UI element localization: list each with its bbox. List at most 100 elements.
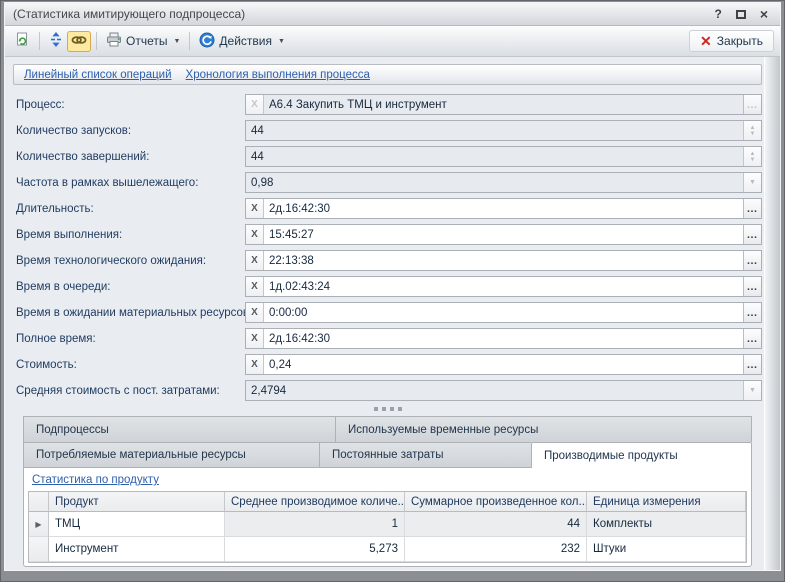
clear-field-icon[interactable]: X <box>246 225 264 244</box>
refresh-button[interactable] <box>11 30 34 52</box>
cell-product[interactable]: ТМЦ <box>49 512 225 537</box>
help-icon[interactable]: ? <box>714 7 721 21</box>
linear-operation-list-link[interactable]: Линейный список операций <box>24 69 172 81</box>
column-header-avg-produced[interactable]: Среднее производимое количе... <box>225 492 405 512</box>
browse-ellipsis-button[interactable]: … <box>743 355 761 374</box>
field-value: 22:13:38 <box>264 251 743 270</box>
cell-avg-produced[interactable]: 5,273 <box>225 537 405 562</box>
close-window-icon[interactable]: × <box>760 9 768 19</box>
clear-field-icon[interactable]: X <box>246 329 264 348</box>
products-table: Продукт Среднее производимое количе... С… <box>28 491 747 563</box>
chevron-down-icon: ▼ <box>173 38 180 45</box>
toolbar-separator <box>96 32 97 50</box>
horizontal-splitter[interactable] <box>13 401 762 416</box>
toolbar-separator <box>39 32 40 50</box>
tech-wait-time-field[interactable]: X 22:13:38 … <box>245 250 762 271</box>
column-header-total-produced[interactable]: Суммарное произведенное кол... <box>405 492 587 512</box>
content: Линейный список операций Хронология выпо… <box>5 57 764 570</box>
clear-field-icon[interactable]: X <box>246 303 264 322</box>
clear-field-icon: X <box>246 95 264 114</box>
field-value: 2,4794 <box>246 381 743 400</box>
tab-subprocesses[interactable]: Подпроцессы <box>23 416 335 442</box>
browse-ellipsis-button: … <box>743 95 761 114</box>
field-label: Время технологического ожидания: <box>13 255 245 267</box>
cell-unit[interactable]: Штуки <box>587 537 746 562</box>
fit-height-icon <box>49 32 63 50</box>
browse-ellipsis-button[interactable]: … <box>743 303 761 322</box>
table-row[interactable]: Инструмент 5,273 232 Штуки <box>29 537 746 562</box>
tab-time-resources[interactable]: Используемые временные ресурсы <box>335 416 752 442</box>
cell-product[interactable]: Инструмент <box>49 537 225 562</box>
actions-button-label: Действия <box>219 34 272 48</box>
form-row-avg-cost: Средняя стоимость с пост. затратами: 2,4… <box>13 380 762 401</box>
column-header-product[interactable]: Продукт <box>49 492 225 512</box>
clear-field-icon[interactable]: X <box>246 251 264 270</box>
dropdown-arrow-icon: ▼ <box>743 381 761 400</box>
field-label: Время в ожидании материальных ресурсов: <box>13 307 245 319</box>
column-header-unit[interactable]: Единица измерения <box>587 492 746 512</box>
browse-ellipsis-button[interactable]: … <box>743 199 761 218</box>
client-area: Линейный список операций Хронология выпо… <box>5 57 780 570</box>
product-statistics-link[interactable]: Статистика по продукту <box>32 474 159 486</box>
field-label: Время выполнения: <box>13 229 245 241</box>
field-label: Стоимость: <box>13 359 245 371</box>
header-selector-cell <box>29 492 49 512</box>
field-label: Количество завершений: <box>13 151 245 163</box>
produced-products-panel: Статистика по продукту Продукт Среднее п… <box>23 467 752 567</box>
queue-time-field[interactable]: X 1д.02:43:24 … <box>245 276 762 297</box>
field-label: Длительность: <box>13 203 245 215</box>
close-button-label: Закрыть <box>717 34 763 48</box>
browse-ellipsis-button[interactable]: … <box>743 251 761 270</box>
full-time-field[interactable]: X 2д.16:42:30 … <box>245 328 762 349</box>
clear-field-icon[interactable]: X <box>246 199 264 218</box>
browse-ellipsis-button[interactable]: … <box>743 277 761 296</box>
close-button[interactable]: ✕ Закрыть <box>689 30 774 52</box>
avg-cost-field: 2,4794 ▼ <box>245 380 762 401</box>
actions-button[interactable]: Действия ▼ <box>195 30 289 53</box>
tab-fixed-costs[interactable]: Постоянные затраты <box>319 442 531 468</box>
field-value: 2д.16:42:30 <box>264 199 743 218</box>
cost-field[interactable]: X 0,24 … <box>245 354 762 375</box>
cell-total-produced[interactable]: 44 <box>405 512 587 537</box>
process-chronology-link[interactable]: Хронология выполнения процесса <box>186 69 370 81</box>
process-field: X А6.4 Закупить ТМЦ и инструмент … <box>245 94 762 115</box>
refresh-document-icon <box>15 32 30 50</box>
form-row-cost: Стоимость: X 0,24 … <box>13 354 762 375</box>
clear-field-icon[interactable]: X <box>246 277 264 296</box>
form-row-completion-count: Количество завершений: 44 ▲▼ <box>13 146 762 167</box>
tab-material-resources[interactable]: Потребляемые материальные ресурсы <box>23 442 319 468</box>
clear-field-icon[interactable]: X <box>246 355 264 374</box>
form-row-frequency: Частота в рамках вышележащего: 0,98 ▼ <box>13 172 762 193</box>
toolbar: Отчеты ▼ Действия ▼ ✕ Закрыть <box>5 26 780 57</box>
table-row[interactable]: ▶ ТМЦ 1 44 Комплекты <box>29 512 746 537</box>
execution-time-field[interactable]: X 15:45:27 … <box>245 224 762 245</box>
browse-ellipsis-button[interactable]: … <box>743 225 761 244</box>
close-x-icon: ✕ <box>700 35 712 47</box>
maximize-icon[interactable] <box>736 10 746 19</box>
field-value: 15:45:27 <box>264 225 743 244</box>
table-header-row: Продукт Среднее производимое количе... С… <box>29 492 746 512</box>
toolbar-separator <box>189 32 190 50</box>
cell-unit[interactable]: Комплекты <box>587 512 746 537</box>
field-value: 0,24 <box>264 355 743 374</box>
form-row-process: Процесс: X А6.4 Закупить ТМЦ и инструмен… <box>13 94 762 115</box>
window-body: (Статистика имитирующего подпроцесса) ? … <box>5 3 780 570</box>
tab-row-1: Подпроцессы Используемые временные ресур… <box>13 416 762 442</box>
field-label: Средняя стоимость с пост. затратами: <box>13 385 245 397</box>
reports-button[interactable]: Отчеты ▼ <box>102 30 184 52</box>
row-selector-arrow-icon: ▶ <box>29 512 49 537</box>
duration-field[interactable]: X 2д.16:42:30 … <box>245 198 762 219</box>
cell-total-produced[interactable]: 232 <box>405 537 587 562</box>
chevron-down-icon: ▼ <box>278 38 285 45</box>
window-title: (Статистика имитирующего подпроцесса) <box>13 7 714 21</box>
tab-produced-products[interactable]: Производимые продукты <box>531 442 752 468</box>
cell-avg-produced[interactable]: 1 <box>225 512 405 537</box>
fit-height-button[interactable] <box>45 30 67 52</box>
link-toggle-button[interactable] <box>67 31 91 52</box>
link-chain-icon <box>71 33 87 50</box>
spinner-control: ▲▼ <box>743 121 761 140</box>
launch-count-field: 44 ▲▼ <box>245 120 762 141</box>
browse-ellipsis-button[interactable]: … <box>743 329 761 348</box>
material-wait-time-field[interactable]: X 0:00:00 … <box>245 302 762 323</box>
field-value: 44 <box>246 121 743 140</box>
